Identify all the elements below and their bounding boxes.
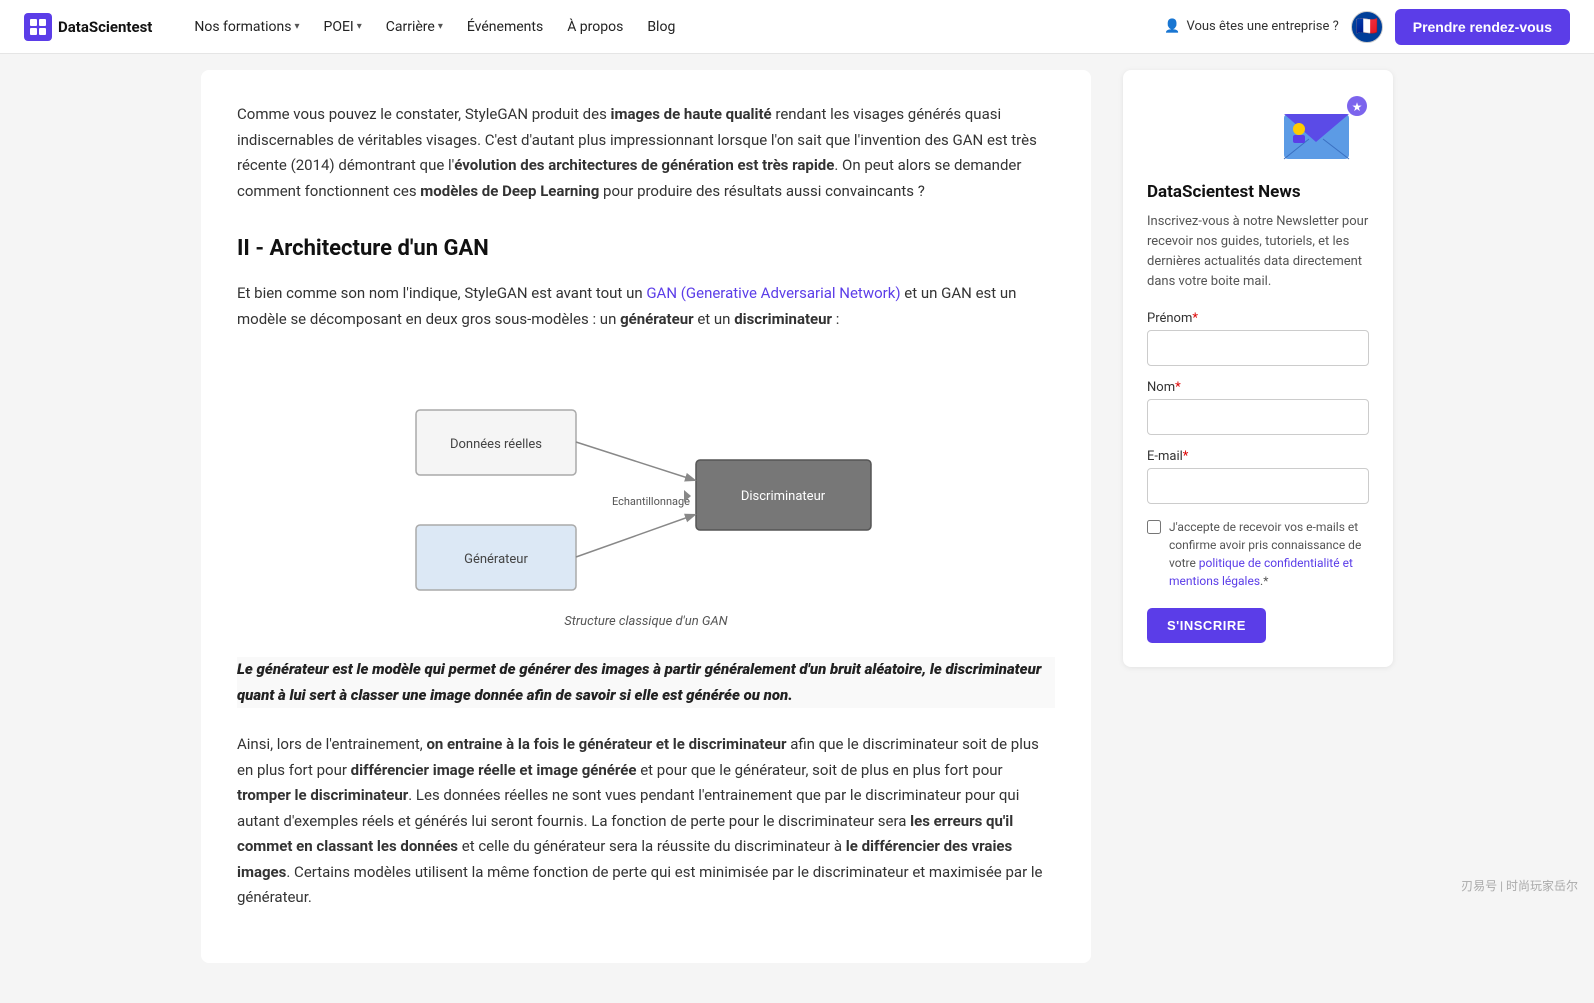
page-wrap: Comme vous pouvez le constater, StyleGAN… bbox=[177, 0, 1417, 1003]
chevron-down-icon: ▾ bbox=[438, 21, 443, 32]
chevron-down-icon: ▾ bbox=[357, 21, 362, 32]
newsletter-icon: ★ bbox=[1279, 94, 1369, 174]
navbar: DataScientest Nos formations▾POEI▾Carriè… bbox=[0, 0, 1594, 54]
newsletter-card: ★ DataScientest News Inscrivez-vous à no… bbox=[1123, 70, 1393, 667]
svg-text:★: ★ bbox=[1352, 100, 1363, 114]
subscribe-button[interactable]: S'INSCRIRE bbox=[1147, 608, 1266, 643]
diagram-svg: Données réelles Générateur Discriminateu… bbox=[386, 360, 906, 600]
email-label: E-mail* bbox=[1147, 449, 1369, 464]
newsletter-desc: Inscrivez-vous à notre Newsletter pour r… bbox=[1147, 212, 1369, 293]
gan-link[interactable]: GAN (Generative Adversarial Network) bbox=[646, 284, 900, 302]
svg-text:Générateur: Générateur bbox=[464, 552, 528, 567]
nav-label: Carrière bbox=[386, 19, 435, 35]
email-input[interactable] bbox=[1147, 468, 1369, 504]
intro-paragraph: Comme vous pouvez le constater, StyleGAN… bbox=[237, 102, 1055, 204]
privacy-link[interactable]: politique de confidentialité et mentions… bbox=[1169, 556, 1353, 588]
body-paragraph-2: Ainsi, lors de l'entrainement, on entrai… bbox=[237, 732, 1055, 911]
nom-label: Nom* bbox=[1147, 380, 1369, 395]
consent-checkbox[interactable] bbox=[1147, 520, 1161, 534]
nav-item-nos-formations[interactable]: Nos formations▾ bbox=[184, 13, 309, 41]
body-paragraph-1: Et bien comme son nom l'indique, StyleGA… bbox=[237, 281, 1055, 332]
email-required: * bbox=[1183, 449, 1189, 464]
main-nav: Nos formations▾POEI▾Carrière▾ÉvénementsÀ… bbox=[184, 13, 1132, 41]
nom-required: * bbox=[1175, 380, 1181, 395]
svg-text:Echantillonnage: Echantillonnage bbox=[612, 495, 690, 508]
enterprise-button[interactable]: 👤 Vous êtes une entreprise ? bbox=[1164, 19, 1338, 34]
logo[interactable]: DataScientest bbox=[24, 13, 152, 41]
nav-item-poei[interactable]: POEI▾ bbox=[314, 13, 372, 41]
nav-label: Nos formations bbox=[194, 19, 291, 35]
diagram-caption: Structure classique d'un GAN bbox=[564, 614, 727, 629]
main-content: Comme vous pouvez le constater, StyleGAN… bbox=[201, 70, 1091, 963]
quote-block: Le générateur est le modèle qui permet d… bbox=[237, 657, 1055, 708]
nav-label: À propos bbox=[567, 19, 623, 35]
gan-diagram: Données réelles Générateur Discriminateu… bbox=[237, 360, 1055, 629]
prenom-input[interactable] bbox=[1147, 330, 1369, 366]
enterprise-label: Vous êtes une entreprise ? bbox=[1186, 19, 1338, 34]
logo-text: DataScientest bbox=[58, 18, 152, 36]
logo-icon bbox=[24, 13, 52, 41]
nav-label: Blog bbox=[647, 19, 675, 35]
nav-item-à-propos[interactable]: À propos bbox=[557, 13, 633, 41]
nav-label: POEI bbox=[324, 19, 354, 35]
newsletter-icon-wrap: ★ bbox=[1147, 94, 1369, 174]
consent-label: J'accepte de recevoir vos e-mails et con… bbox=[1169, 518, 1369, 590]
newsletter-title: DataScientest News bbox=[1147, 182, 1369, 202]
nav-item-blog[interactable]: Blog bbox=[637, 13, 685, 41]
svg-text:Discriminateur: Discriminateur bbox=[741, 489, 826, 504]
language-selector[interactable]: 🇫🇷 bbox=[1351, 11, 1383, 43]
flag-icon: 🇫🇷 bbox=[1356, 16, 1378, 37]
svg-text:Données réelles: Données réelles bbox=[450, 437, 542, 452]
cta-button[interactable]: Prendre rendez-vous bbox=[1395, 9, 1570, 45]
nom-input[interactable] bbox=[1147, 399, 1369, 435]
prenom-label: Prénom* bbox=[1147, 311, 1369, 326]
nav-label: Événements bbox=[467, 19, 543, 35]
watermark: 刃易号 | 时尚玩家岳尔 bbox=[1461, 877, 1578, 894]
quote-text: Le générateur est le modèle qui permet d… bbox=[237, 657, 1055, 708]
nav-item-événements[interactable]: Événements bbox=[457, 13, 553, 41]
nav-item-carrière[interactable]: Carrière▾ bbox=[376, 13, 453, 41]
section-title: II - Architecture d'un GAN bbox=[237, 236, 1055, 261]
chevron-down-icon: ▾ bbox=[294, 21, 299, 32]
prenom-required: * bbox=[1192, 311, 1198, 326]
consent-row: J'accepte de recevoir vos e-mails et con… bbox=[1147, 518, 1369, 590]
enterprise-icon: 👤 bbox=[1164, 19, 1180, 34]
navbar-right: 👤 Vous êtes une entreprise ? 🇫🇷 Prendre … bbox=[1164, 9, 1570, 45]
sidebar: ★ DataScientest News Inscrivez-vous à no… bbox=[1123, 70, 1393, 963]
